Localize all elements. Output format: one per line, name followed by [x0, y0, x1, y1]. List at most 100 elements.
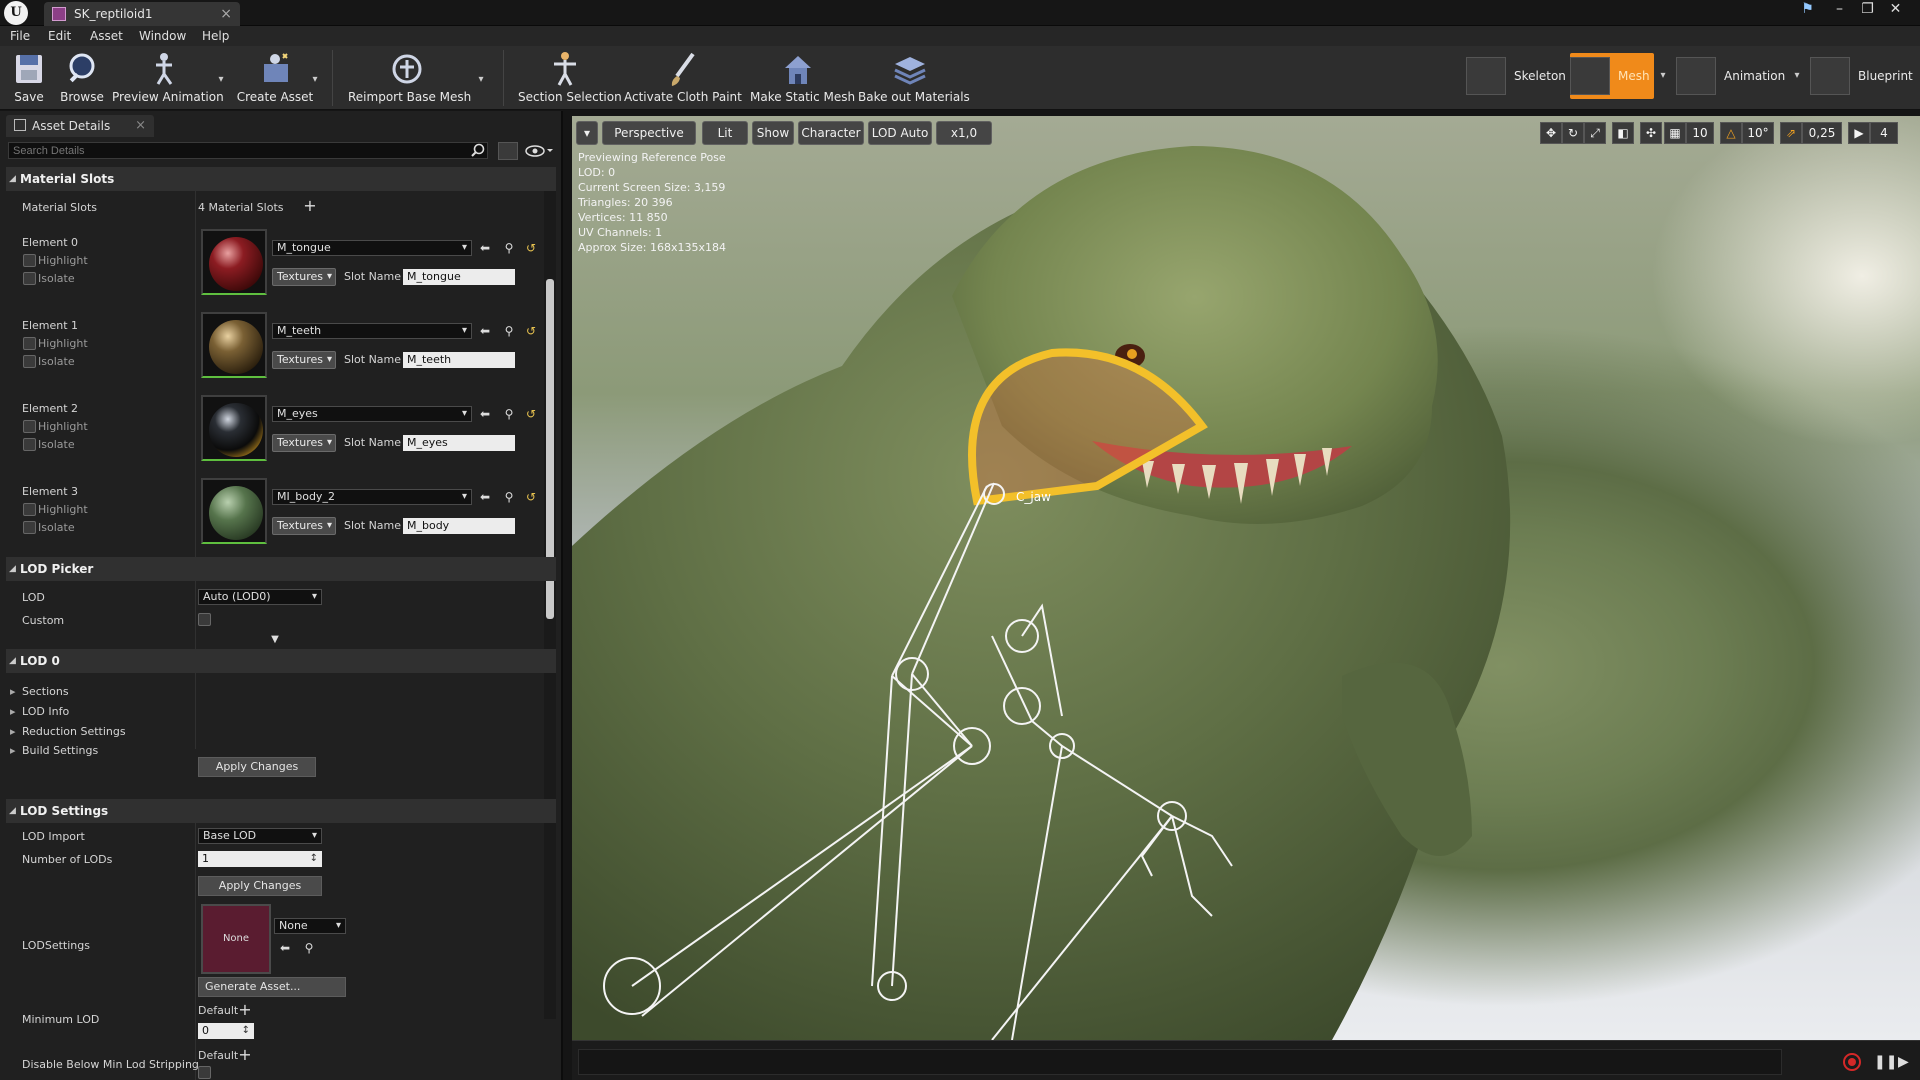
lit-button[interactable]: Lit [702, 121, 748, 145]
view-options-button[interactable] [498, 142, 518, 160]
textures-button[interactable]: Textures [272, 517, 336, 535]
minimize-icon[interactable]: – [1828, 0, 1851, 18]
isolate-checkbox[interactable] [23, 521, 36, 534]
reduction-settings-tree-item[interactable]: Reduction Settings [10, 725, 126, 738]
menu-file[interactable]: File [10, 28, 30, 44]
timeline-track[interactable] [578, 1049, 1782, 1075]
section-selection-button[interactable]: Section Selection [518, 50, 622, 106]
material-thumbnail[interactable] [201, 312, 267, 378]
record-icon[interactable] [1843, 1053, 1861, 1071]
reset-icon[interactable]: ↺ [524, 324, 538, 338]
search-details-input[interactable] [8, 142, 488, 159]
textures-button[interactable]: Textures [272, 351, 336, 369]
highlight-checkbox[interactable] [23, 503, 36, 516]
disable-stripping-checkbox[interactable] [198, 1066, 211, 1079]
apply-changes-button[interactable]: Apply Changes [198, 757, 316, 777]
preview-animation-button[interactable]: Preview Animation [112, 50, 224, 106]
slot-name-field[interactable]: M_body [403, 518, 515, 534]
reset-icon[interactable]: ↺ [524, 490, 538, 504]
add-override-icon[interactable]: + [238, 1002, 252, 1018]
material-picker[interactable]: M_eyes [272, 406, 472, 422]
expand-advanced-icon[interactable]: ▼ [268, 633, 282, 647]
add-override-icon[interactable]: + [238, 1047, 252, 1063]
use-selected-arrow-icon[interactable]: ⬅ [478, 241, 492, 255]
document-tab[interactable]: SK_reptiloid1 × [44, 2, 240, 26]
mode-mesh-tab[interactable]: Mesh [1570, 53, 1654, 99]
help-icon[interactable]: ⚑ [1796, 0, 1819, 18]
material-picker[interactable]: M_tongue [272, 240, 472, 256]
mode-blueprint-tab[interactable]: Blueprint [1810, 53, 1916, 99]
lod-settings-asset-picker[interactable]: None [274, 918, 346, 934]
viewport[interactable]: C_jaw ▾ Perspective Lit Show Character L… [572, 116, 1920, 1040]
pause-icon[interactable]: ❚❚ [1874, 1053, 1897, 1071]
camera-speed-icon[interactable]: ▶ [1848, 122, 1870, 144]
reimport-dropdown-icon[interactable]: ▾ [476, 74, 486, 85]
grid-snap-value[interactable]: 10 [1686, 122, 1714, 144]
mode-skeleton-tab[interactable]: Skeleton [1466, 53, 1568, 99]
close-tab-icon[interactable]: × [220, 2, 232, 26]
reset-icon[interactable]: ↺ [524, 241, 538, 255]
material-thumbnail[interactable] [201, 229, 267, 295]
material-thumbnail[interactable] [201, 478, 267, 544]
maximize-icon[interactable]: ❐ [1856, 0, 1879, 18]
lod-settings-thumbnail[interactable]: None [201, 904, 271, 974]
slot-name-field[interactable]: M_eyes [403, 435, 515, 451]
lod-import-dropdown[interactable]: Base LOD [198, 828, 322, 844]
reimport-base-mesh-button[interactable]: Reimport Base Mesh [348, 50, 471, 106]
custom-checkbox[interactable] [198, 613, 211, 626]
use-selected-arrow-icon[interactable]: ⬅ [478, 490, 492, 504]
lod-settings-section-header[interactable]: LOD Settings [6, 799, 556, 823]
material-thumbnail[interactable] [201, 395, 267, 461]
add-slot-icon[interactable]: + [303, 198, 317, 214]
apply-changes-button[interactable]: Apply Changes [198, 876, 322, 896]
create-asset-button[interactable]: Create Asset [236, 50, 314, 106]
browse-button[interactable]: Browse [58, 50, 106, 106]
generate-asset-button[interactable]: Generate Asset... [198, 977, 346, 997]
asset-details-tab[interactable]: Asset Details × [6, 115, 154, 137]
rotation-snap-value[interactable]: 10° [1742, 122, 1774, 144]
menu-asset[interactable]: Asset [90, 28, 123, 44]
preview-animation-dropdown-icon[interactable]: ▾ [216, 74, 226, 85]
coordinate-space-icon[interactable]: ◧ [1612, 122, 1634, 144]
number-of-lods-field[interactable]: 1 [198, 851, 322, 867]
browse-magnifier-icon[interactable]: ⚲ [502, 241, 516, 255]
material-slots-section-header[interactable]: Material Slots [6, 167, 556, 191]
material-picker[interactable]: MI_body_2 [272, 489, 472, 505]
close-window-icon[interactable]: ✕ [1884, 0, 1907, 18]
surface-snap-icon[interactable]: ✣ [1640, 122, 1662, 144]
character-button[interactable]: Character [798, 121, 864, 145]
menu-help[interactable]: Help [202, 28, 229, 44]
lod-picker-section-header[interactable]: LOD Picker [6, 557, 556, 581]
use-selected-arrow-icon[interactable]: ⬅ [278, 941, 292, 955]
build-settings-tree-item[interactable]: Build Settings [10, 744, 98, 757]
browse-magnifier-icon[interactable]: ⚲ [302, 941, 316, 955]
mesh-mode-dropdown-icon[interactable]: ▾ [1658, 70, 1668, 81]
slot-name-field[interactable]: M_teeth [403, 352, 515, 368]
use-selected-arrow-icon[interactable]: ⬅ [478, 324, 492, 338]
make-static-mesh-button[interactable]: Make Static Mesh [750, 50, 855, 106]
translate-icon[interactable]: ✥ [1540, 122, 1562, 144]
browse-magnifier-icon[interactable]: ⚲ [502, 324, 516, 338]
details-scrollbar[interactable] [544, 167, 556, 1019]
isolate-checkbox[interactable] [23, 355, 36, 368]
camera-speed-value[interactable]: 4 [1870, 122, 1898, 144]
lod-dropdown[interactable]: Auto (LOD0) [198, 589, 322, 605]
browse-magnifier-icon[interactable]: ⚲ [502, 490, 516, 504]
playback-speed-button[interactable]: x1,0 [936, 121, 992, 145]
show-button[interactable]: Show [752, 121, 794, 145]
reset-icon[interactable]: ↺ [524, 407, 538, 421]
use-selected-arrow-icon[interactable]: ⬅ [478, 407, 492, 421]
lod-auto-button[interactable]: LOD Auto [868, 121, 932, 145]
menu-edit[interactable]: Edit [48, 28, 71, 44]
create-asset-dropdown-icon[interactable]: ▾ [310, 74, 320, 85]
highlight-checkbox[interactable] [23, 420, 36, 433]
textures-button[interactable]: Textures [272, 434, 336, 452]
lod0-section-header[interactable]: LOD 0 [6, 649, 556, 673]
viewport-options-button[interactable]: ▾ [576, 121, 598, 145]
browse-magnifier-icon[interactable]: ⚲ [502, 407, 516, 421]
mode-animation-tab[interactable]: Animation [1676, 53, 1785, 99]
isolate-checkbox[interactable] [23, 438, 36, 451]
rotation-snap-icon[interactable]: △ [1720, 122, 1742, 144]
save-button[interactable]: Save [8, 50, 50, 106]
scale-snap-icon[interactable]: ⇗ [1780, 122, 1802, 144]
